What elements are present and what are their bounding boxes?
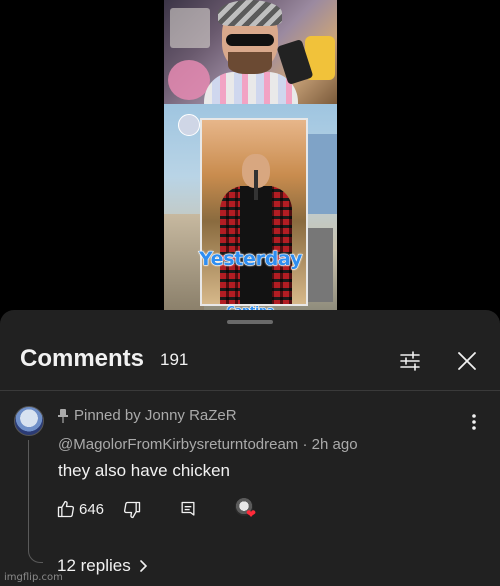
like-button[interactable] [56, 499, 76, 519]
comments-count: 191 [160, 350, 189, 369]
thumbs-up-icon [57, 500, 75, 518]
video-player[interactable]: Yesterday Cantina [0, 0, 500, 312]
reaction-clip [164, 0, 337, 112]
comments-title: Comments [20, 345, 145, 372]
video-overlay-title: Yesterday [198, 248, 303, 271]
filter-button[interactable] [394, 345, 426, 377]
view-replies-button[interactable]: 12 replies [57, 556, 147, 576]
creator-heart-badge: ❤ [235, 498, 259, 522]
sticker-icon [178, 114, 200, 136]
drag-handle[interactable] [227, 320, 273, 324]
replies-label: 12 replies [57, 556, 131, 575]
pinned-indicator: Pinned by Jonny RaZeR [58, 407, 237, 424]
dislike-button[interactable] [122, 500, 142, 520]
like-count: 646 [79, 501, 105, 518]
pinned-label: Pinned by Jonny RaZeR [74, 407, 237, 424]
original-clip: Yesterday Cantina [164, 104, 337, 312]
comment-time: 2h ago [311, 436, 358, 453]
short-video-frame[interactable]: Yesterday Cantina [164, 0, 337, 312]
thread-line [28, 440, 43, 563]
watermark: imgflip.com [4, 572, 63, 583]
more-vert-icon [472, 414, 476, 430]
comment-menu-button[interactable] [458, 406, 490, 438]
sliders-icon [400, 351, 420, 371]
avatar[interactable] [14, 406, 44, 436]
comment-actions: 646 ❤ [56, 498, 276, 523]
heart-icon: ❤ [246, 507, 257, 521]
comments-panel: Comments 191 Pinned by Jonny RaZeR @Mago… [0, 310, 500, 586]
thumbs-down-icon [123, 501, 141, 519]
close-button[interactable] [451, 345, 483, 377]
pin-icon [58, 408, 68, 424]
reply-comment-icon [181, 501, 195, 516]
comment-author[interactable]: @MagolorFromKirbysreturntodream [58, 436, 298, 453]
header-divider [0, 390, 500, 391]
comment-meta: @MagolorFromKirbysreturntodream · 2h ago [58, 436, 358, 453]
reply-button[interactable] [178, 500, 198, 520]
meta-separator: · [302, 436, 312, 453]
close-icon [458, 352, 476, 370]
inner-video [200, 118, 308, 306]
comment-text: they also have chicken [58, 461, 230, 480]
chevron-right-icon [139, 560, 147, 572]
